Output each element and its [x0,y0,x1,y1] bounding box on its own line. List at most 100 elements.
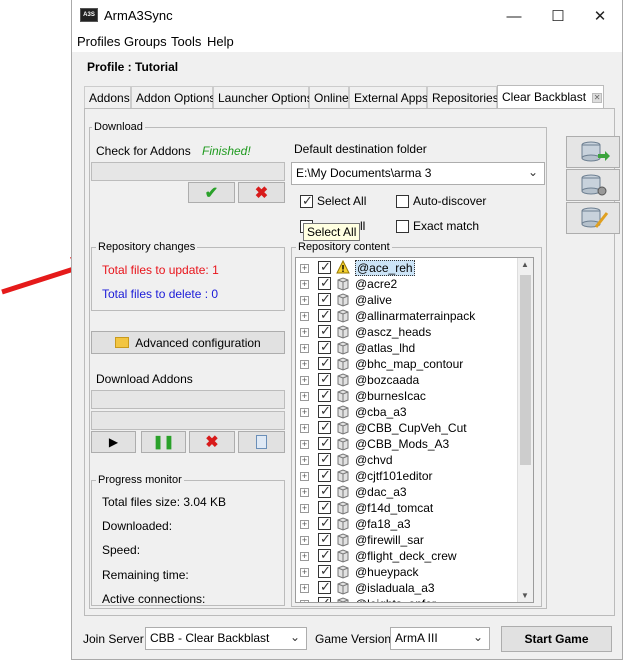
destination-select[interactable]: E:\My Documents\arma 3 ⌄ [291,162,545,185]
tree-row[interactable]: + @bozcaada [296,371,521,388]
expand-icon[interactable]: + [300,264,309,273]
expand-icon[interactable]: + [300,568,309,577]
start-game-button[interactable]: Start Game [501,626,612,652]
close-button[interactable]: ✕ [578,0,622,32]
addon-checkbox[interactable] [318,435,331,451]
addon-checkbox[interactable] [318,403,331,419]
expand-icon[interactable]: + [300,488,309,497]
menu-groups[interactable]: Groups [124,34,167,49]
tree-row[interactable]: + @cba_a3 [296,403,521,420]
expand-icon[interactable]: + [300,344,309,353]
maximize-button[interactable]: ☐ [536,0,580,32]
addon-checkbox[interactable] [318,595,331,602]
expand-icon[interactable]: + [300,520,309,529]
repository-content-tree[interactable]: + @ace_reh + @acre2 + @alive + @allinarmaterrai… [295,257,534,603]
sync-repository-button[interactable] [566,136,620,168]
addon-checkbox[interactable] [318,451,331,467]
tree-row[interactable]: + @acre2 [296,275,521,292]
expand-icon[interactable]: + [300,536,309,545]
exact-match-checkbox[interactable] [396,220,409,233]
pause-button[interactable]: ❚❚ [141,431,186,453]
tree-row[interactable]: + @isladuala_a3 [296,579,521,596]
addon-checkbox[interactable] [318,275,331,291]
repository-settings-button[interactable] [566,169,620,201]
tree-row[interactable]: + @fa18_a3 [296,515,521,532]
addon-checkbox[interactable] [318,355,331,371]
expand-icon[interactable]: + [300,456,309,465]
menu-help[interactable]: Help [207,34,234,49]
addon-checkbox[interactable] [318,579,331,595]
tree-row[interactable]: + @f14d_tomcat [296,499,521,516]
menu-tools[interactable]: Tools [171,34,201,49]
expand-icon[interactable]: + [300,424,309,433]
auto-discover-checkbox[interactable] [396,195,409,208]
expand-icon[interactable]: + [300,584,309,593]
tree-row[interactable]: + @flight_deck_crew [296,547,521,564]
addon-checkbox[interactable] [318,483,331,499]
scroll-down-icon[interactable]: ▼ [521,591,529,600]
scroll-thumb[interactable] [520,275,531,465]
tree-row[interactable]: + @ascz_heads [296,323,521,340]
tree-row[interactable]: + @alive [296,291,521,308]
tree-row[interactable]: + @CBB_CupVeh_Cut [296,419,521,436]
select-all-checkbox[interactable] [300,193,313,209]
tree-row[interactable]: + @allinarmaterrainpack [296,307,521,324]
addon-checkbox[interactable] [318,339,331,355]
tree-row[interactable]: + @leights_opfor [296,595,521,602]
addon-checkbox[interactable] [318,531,331,547]
addon-checkbox[interactable] [318,547,331,563]
scroll-up-icon[interactable]: ▲ [521,260,529,269]
expand-icon[interactable]: + [300,280,309,289]
expand-icon[interactable]: + [300,472,309,481]
addon-checkbox[interactable] [318,467,331,483]
expand-icon[interactable]: + [300,360,309,369]
expand-icon[interactable]: + [300,392,309,401]
addon-checkbox[interactable] [318,419,331,435]
tab-online[interactable]: Online [309,86,349,108]
addon-checkbox[interactable] [318,499,331,515]
expand-icon[interactable]: + [300,600,309,602]
expand-icon[interactable]: + [300,296,309,305]
addon-checkbox[interactable] [318,307,331,323]
tree-row[interactable]: + @hueypack [296,563,521,580]
tree-row[interactable]: + @ace_reh [296,259,521,276]
tab-launcher-options[interactable]: Launcher Options [213,86,313,108]
expand-icon[interactable]: + [300,504,309,513]
minimize-button[interactable]: — [492,0,536,32]
tab-addon-options[interactable]: Addon Options [131,86,215,108]
cancel-button[interactable]: ✖ [238,182,285,203]
tab-repositories[interactable]: Repositories [427,86,499,108]
tree-scrollbar[interactable]: ▲ ▼ [517,258,533,602]
tab-addons[interactable]: Addons [84,86,131,108]
addon-checkbox[interactable] [318,387,331,403]
tab-external-apps[interactable]: External Apps [349,86,428,108]
expand-icon[interactable]: + [300,312,309,321]
tree-row[interactable]: + @burnesIcac [296,387,521,404]
game-version-select[interactable]: ArmA III ⌄ [390,627,490,650]
addon-checkbox[interactable] [318,563,331,579]
tree-row[interactable]: + @firewill_sar [296,531,521,548]
tree-row[interactable]: + @CBB_Mods_A3 [296,435,521,452]
addon-checkbox[interactable] [318,515,331,531]
confirm-button[interactable]: ✔ [188,182,235,203]
advanced-configuration-button[interactable]: Advanced configuration [91,331,285,354]
addon-checkbox[interactable] [318,371,331,387]
tree-row[interactable]: + @chvd [296,451,521,468]
tree-row[interactable]: + @atlas_lhd [296,339,521,356]
close-tab-icon[interactable]: ✕ [592,92,603,103]
join-server-select[interactable]: CBB - Clear Backblast ⌄ [145,627,307,650]
tab-clear-backblast[interactable]: Clear Backblast ✕ [497,85,604,109]
menu-profiles[interactable]: Profiles [77,34,120,49]
start-download-button[interactable]: ▶ [91,431,136,453]
tree-row[interactable]: + @cjtf101editor [296,467,521,484]
tree-row[interactable]: + @dac_a3 [296,483,521,500]
expand-icon[interactable]: + [300,328,309,337]
addon-checkbox[interactable] [318,259,331,275]
addon-checkbox[interactable] [318,323,331,339]
tree-row[interactable]: + @bhc_map_contour [296,355,521,372]
report-button[interactable] [238,431,285,453]
edit-repository-button[interactable] [566,202,620,234]
expand-icon[interactable]: + [300,552,309,561]
stop-download-button[interactable]: ✖ [189,431,235,453]
expand-icon[interactable]: + [300,376,309,385]
